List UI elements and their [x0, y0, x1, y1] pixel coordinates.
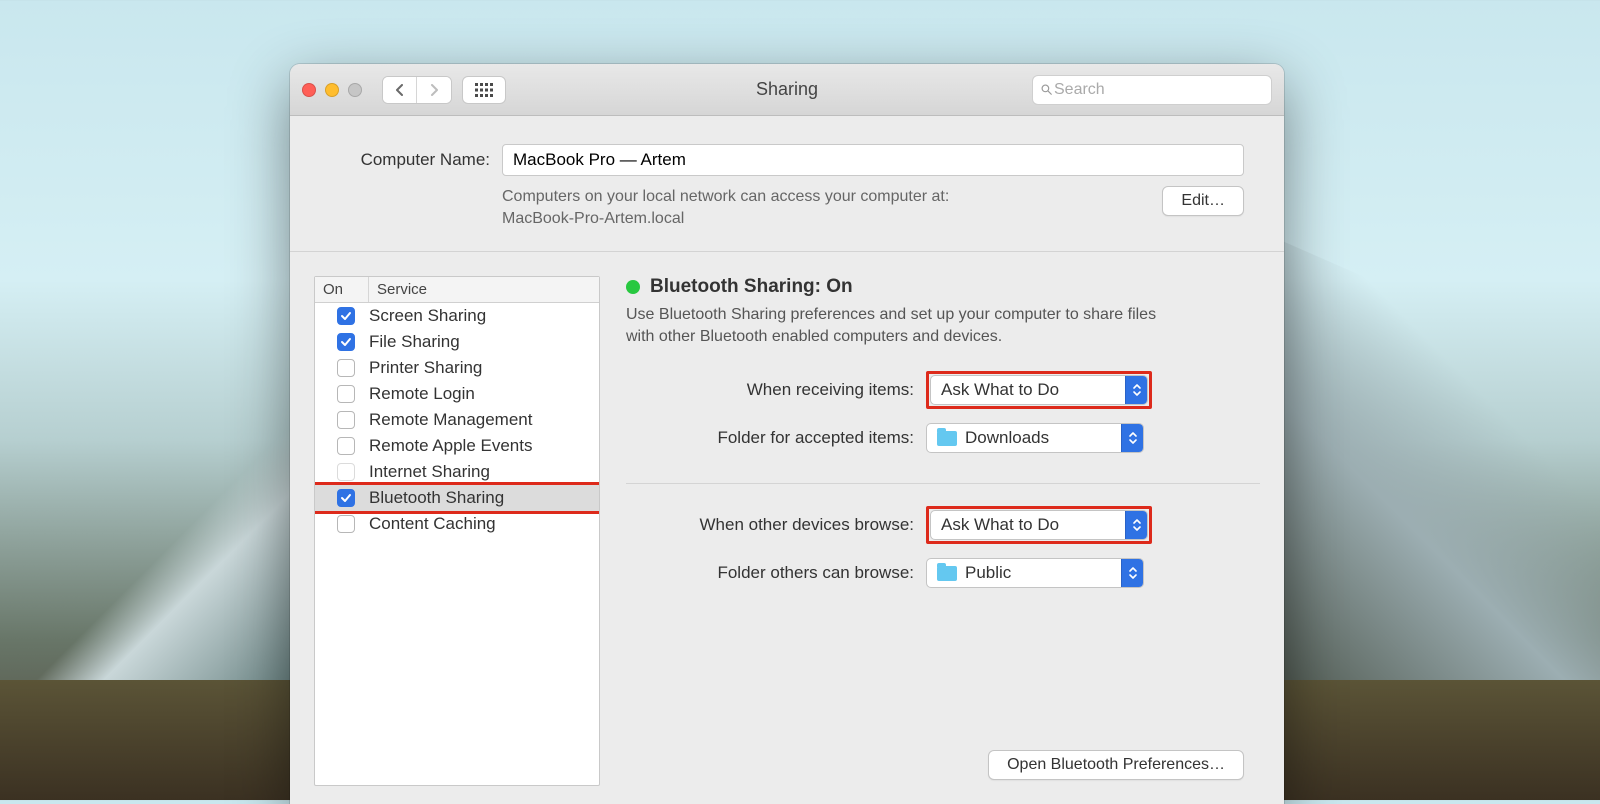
service-row[interactable]: Remote Apple Events: [315, 433, 599, 459]
close-window-button[interactable]: [302, 83, 316, 97]
chevron-right-icon: [429, 84, 439, 96]
service-label: Content Caching: [369, 514, 496, 534]
receiving-items-popup[interactable]: Ask What to Do: [930, 375, 1148, 405]
zoom-window-button[interactable]: [348, 83, 362, 97]
popup-stepper-icon: [1121, 559, 1143, 587]
computer-name-section: Computer Name: Computers on your local n…: [290, 116, 1284, 252]
search-input[interactable]: [1052, 80, 1263, 100]
service-row[interactable]: Content Caching: [315, 511, 599, 537]
service-label: Screen Sharing: [369, 306, 486, 326]
status-title: Bluetooth Sharing: On: [650, 276, 853, 298]
browse-folder-label: Folder others can browse:: [626, 563, 926, 583]
service-description: Use Bluetooth Sharing preferences and se…: [626, 304, 1186, 347]
check-icon: [340, 336, 352, 348]
computer-name-field[interactable]: [502, 144, 1244, 176]
sharing-body: On Service Screen Sharing File Sharing Pri…: [290, 252, 1284, 804]
service-row[interactable]: Bluetooth Sharing: [315, 482, 599, 514]
sharing-prefpane-window: Sharing Computer Name: Computers on your…: [290, 64, 1284, 804]
status-indicator-icon: [626, 280, 640, 294]
search-icon: [1041, 82, 1052, 97]
titlebar: Sharing: [290, 64, 1284, 116]
browse-value: Ask What to Do: [941, 515, 1059, 535]
search-field[interactable]: [1032, 75, 1272, 105]
chevron-left-icon: [395, 84, 405, 96]
folder-icon: [937, 566, 957, 581]
service-checkbox[interactable]: [337, 359, 355, 377]
service-checkbox[interactable]: [337, 307, 355, 325]
receiving-items-label: When receiving items:: [626, 380, 926, 400]
check-icon: [340, 492, 352, 504]
check-icon: [340, 310, 352, 322]
open-bluetooth-prefs-button[interactable]: Open Bluetooth Preferences…: [988, 750, 1244, 780]
browse-label: When other devices browse:: [626, 515, 926, 535]
folder-icon: [937, 431, 957, 446]
highlight-browse: Ask What to Do: [926, 506, 1152, 544]
status-row: Bluetooth Sharing: On: [626, 276, 1260, 298]
service-label: File Sharing: [369, 332, 460, 352]
service-row[interactable]: File Sharing: [315, 329, 599, 355]
service-label: Remote Login: [369, 384, 475, 404]
service-row[interactable]: Screen Sharing: [315, 303, 599, 329]
popup-stepper-icon: [1125, 511, 1147, 539]
service-label: Internet Sharing: [369, 462, 490, 482]
browse-folder-value: Public: [965, 563, 1011, 583]
show-all-button[interactable]: [462, 76, 506, 104]
col-header-service: Service: [369, 277, 599, 302]
service-row[interactable]: Remote Management: [315, 407, 599, 433]
service-checkbox[interactable]: [337, 333, 355, 351]
browse-folder-popup[interactable]: Public: [926, 558, 1144, 588]
grid-icon: [475, 83, 493, 97]
service-detail-pane: Bluetooth Sharing: On Use Bluetooth Shar…: [626, 276, 1260, 786]
computer-name-label: Computer Name:: [330, 150, 490, 170]
minimize-window-button[interactable]: [325, 83, 339, 97]
receiving-items-value: Ask What to Do: [941, 380, 1059, 400]
computer-name-hint-line1: Computers on your local network can acce…: [502, 188, 949, 205]
service-checkbox[interactable]: [337, 437, 355, 455]
service-label: Remote Management: [369, 410, 532, 430]
service-label: Remote Apple Events: [369, 436, 532, 456]
service-checkbox[interactable]: [337, 385, 355, 403]
nav-back-forward: [382, 76, 452, 104]
service-row[interactable]: Remote Login: [315, 381, 599, 407]
highlight-receiving: Ask What to Do: [926, 371, 1152, 409]
services-table-header: On Service: [315, 277, 599, 303]
service-checkbox[interactable]: [337, 515, 355, 533]
services-table: On Service Screen Sharing File Sharing Pri…: [314, 276, 600, 786]
traffic-lights: [302, 83, 362, 97]
popup-stepper-icon: [1125, 376, 1147, 404]
col-header-on: On: [315, 277, 369, 302]
service-checkbox[interactable]: [337, 489, 355, 507]
service-checkbox[interactable]: [337, 411, 355, 429]
edit-hostname-button[interactable]: Edit…: [1162, 186, 1244, 216]
forward-button[interactable]: [417, 77, 451, 103]
service-row[interactable]: Printer Sharing: [315, 355, 599, 381]
computer-name-hint-line2: MacBook-Pro-Artem.local: [502, 210, 684, 227]
popup-stepper-icon: [1121, 424, 1143, 452]
accepted-folder-value: Downloads: [965, 428, 1049, 448]
divider: [626, 483, 1260, 484]
service-checkbox: [337, 463, 355, 481]
services-list: Screen Sharing File Sharing Printer Sharin…: [315, 303, 599, 785]
service-label: Printer Sharing: [369, 358, 482, 378]
service-label: Bluetooth Sharing: [369, 488, 504, 508]
computer-name-hint: Computers on your local network can acce…: [502, 186, 1142, 229]
accepted-folder-label: Folder for accepted items:: [626, 428, 926, 448]
accepted-folder-popup[interactable]: Downloads: [926, 423, 1144, 453]
browse-popup[interactable]: Ask What to Do: [930, 510, 1148, 540]
back-button[interactable]: [383, 77, 417, 103]
